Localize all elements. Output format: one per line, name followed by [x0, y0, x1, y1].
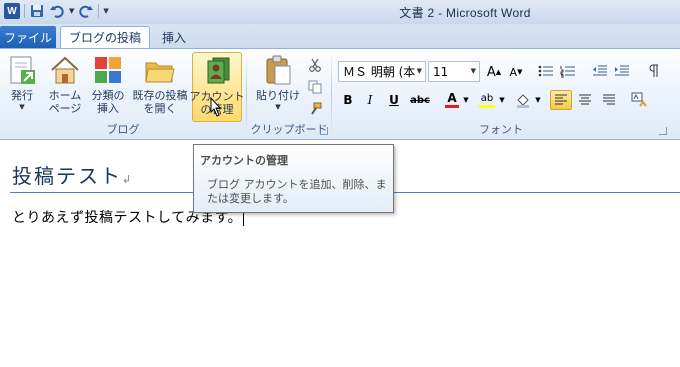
highlight-dropdown-icon[interactable]: ▼ [498, 90, 506, 110]
ribbon: 発行 ▼ ホーム ページ 分類の 挿入 既存の投稿 を開く アカウント ブログ … [0, 48, 680, 140]
publish-label: 発行 [11, 89, 33, 102]
font-launcher-icon[interactable] [659, 127, 667, 135]
font-color-button[interactable]: A [442, 90, 462, 110]
tooltip-title: アカウントの管理 [200, 154, 288, 167]
insert-category-icon [95, 57, 121, 83]
open-existing-label: 既存の投稿 を開く [132, 89, 188, 115]
shading-icon[interactable] [512, 90, 534, 110]
clipboard-group: 貼り付け ▼ クリップボード [247, 49, 331, 139]
paragraph-return-mark: ↲ [122, 173, 134, 186]
ribbon-tab-row: ファイル ブログの投稿 挿入 [0, 24, 680, 48]
clipboard-launcher-icon[interactable] [320, 127, 328, 135]
increase-indent-icon[interactable] [612, 61, 632, 81]
publish-icon [10, 56, 35, 84]
publish-button[interactable]: 発行 ▼ [2, 52, 42, 122]
highlight-swatch [479, 105, 495, 108]
font-group: ＭＳ 明朝 (本 ▼ 11 ▼ A ▲ A ▼ B I U abc A ▼ ab… [332, 49, 670, 139]
highlight-button[interactable]: ab [476, 90, 498, 110]
font-name-combo[interactable]: ＭＳ 明朝 (本 ▼ [338, 61, 426, 82]
shrink-font-icon[interactable]: A ▼ [506, 62, 526, 82]
align-center-button[interactable] [574, 90, 596, 110]
language-tools-icon[interactable] [628, 90, 650, 110]
title-bar: W ▼ ▼ 文書 2 - Microsoft Word [0, 0, 680, 24]
paste-icon [266, 55, 291, 85]
italic-button[interactable]: I [360, 90, 380, 110]
strikethrough-button[interactable]: abc [408, 90, 432, 110]
open-existing-button[interactable]: 既存の投稿 を開く [130, 52, 190, 122]
paste-label: 貼り付け [256, 89, 300, 102]
blog-group: 発行 ▼ ホーム ページ 分類の 挿入 既存の投稿 を開く アカウント ブログ [0, 49, 246, 139]
copy-icon[interactable] [305, 77, 325, 97]
font-color-swatch [445, 105, 459, 108]
post-title[interactable]: 投稿テスト↲ [12, 160, 133, 189]
tooltip: アカウントの管理 ブログ アカウントを追加、削除、または変更します。 [193, 144, 394, 213]
insert-category-label: 分類の 挿入 [91, 89, 125, 115]
chevron-down-icon: ▼ [470, 67, 476, 75]
chevron-down-icon: ▼ [416, 67, 422, 75]
mouse-cursor-icon [210, 97, 222, 117]
window-title: 文書 2 - Microsoft Word [399, 6, 531, 20]
clipboard-group-label: クリップボード [250, 123, 328, 136]
highlight-letter: ab [480, 93, 494, 104]
manage-accounts-icon [207, 57, 230, 84]
open-existing-icon [145, 62, 175, 83]
bold-button[interactable]: B [338, 90, 358, 110]
tooltip-body: ブログ アカウントを追加、削除、または変更します。 [207, 178, 387, 205]
cut-icon[interactable] [305, 55, 325, 75]
underline-button[interactable]: U [384, 90, 404, 110]
tab-blog-post[interactable]: ブログの投稿 [60, 26, 150, 48]
home-page-icon [51, 56, 79, 84]
tab-insert[interactable]: 挿入 [154, 26, 194, 48]
publish-dropdown-icon: ▼ [19, 103, 25, 111]
blog-group-label: ブログ [106, 123, 140, 136]
format-painter-icon[interactable] [305, 99, 325, 119]
decrease-indent-icon[interactable] [590, 61, 610, 81]
grow-font-icon[interactable]: A ▲ [484, 62, 504, 82]
home-page-label: ホーム ページ [48, 89, 82, 115]
align-left-button[interactable] [550, 90, 572, 110]
justify-button[interactable] [598, 90, 620, 110]
shading-dropdown-icon[interactable]: ▼ [534, 90, 542, 110]
font-size-combo[interactable]: 11 ▼ [428, 61, 480, 82]
home-page-button[interactable]: ホーム ページ [44, 52, 86, 122]
bullets-icon[interactable] [536, 61, 556, 81]
font-color-dropdown-icon[interactable]: ▼ [462, 90, 470, 110]
paragraph-mark-icon[interactable] [644, 61, 664, 81]
tab-file[interactable]: ファイル [0, 26, 56, 48]
font-group-label: フォント [479, 123, 523, 136]
numbering-icon[interactable] [558, 61, 578, 81]
paste-button[interactable]: 貼り付け ▼ [253, 52, 303, 122]
font-color-letter: A [447, 91, 457, 105]
paste-dropdown-icon: ▼ [275, 103, 281, 111]
insert-category-button[interactable]: 分類の 挿入 [88, 52, 128, 122]
